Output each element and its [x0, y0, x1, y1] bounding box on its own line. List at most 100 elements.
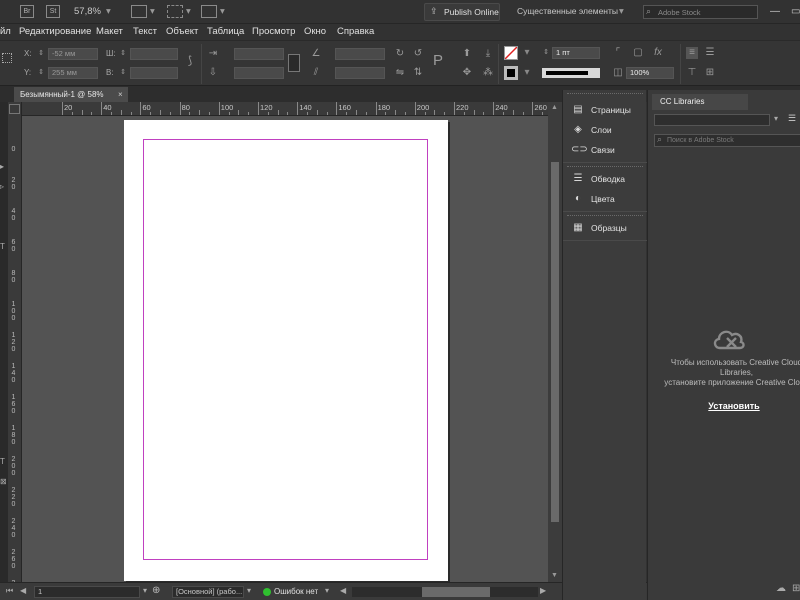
pasteboard[interactable] — [22, 116, 548, 582]
first-page-icon[interactable]: ⏮ — [6, 586, 13, 596]
constrain-proportions-icon[interactable]: ⟆ — [184, 55, 196, 67]
scale-x-field[interactable] — [234, 48, 284, 60]
rotate-ccw-icon[interactable]: ↺ — [412, 48, 424, 60]
select-content-icon[interactable]: ⤓ — [482, 48, 494, 60]
reference-point-icon[interactable] — [2, 53, 12, 63]
cloud-sync-icon[interactable]: ☁ — [776, 583, 786, 594]
cc-libraries-tab[interactable]: CC Libraries — [652, 94, 748, 110]
menu-object[interactable]: Объект — [166, 26, 198, 37]
master-dropdown-icon[interactable]: ▾ — [247, 586, 251, 595]
zoom-dropdown-icon[interactable]: ▾ — [106, 6, 111, 17]
frame-tool-icon[interactable]: ⊠ — [0, 477, 7, 486]
previous-page-icon[interactable]: ◀ — [20, 586, 26, 595]
flip-vertical-icon[interactable]: ⇅ — [412, 67, 424, 79]
bridge-icon[interactable]: Br — [20, 5, 34, 18]
open-page-icon[interactable]: ⊕ — [152, 585, 160, 596]
page-number-field[interactable]: 1 — [34, 586, 140, 598]
scrollbar-thumb[interactable] — [551, 162, 559, 522]
panel-menu-icon[interactable]: ☰ — [788, 113, 796, 124]
panel-swatches[interactable]: ◐ Цвета — [569, 191, 643, 207]
direct-selection-tool-icon[interactable]: ▹ — [0, 182, 4, 191]
select-next-icon[interactable]: ⁂ — [482, 67, 494, 79]
type-tool-icon[interactable]: T — [0, 242, 5, 251]
screen-mode-dropdown-icon[interactable]: ▾ — [186, 6, 191, 17]
align-center-icon[interactable]: ☰ — [704, 47, 716, 59]
x-stepper-icon[interactable]: ⇕ — [35, 48, 47, 60]
view-options-icon[interactable] — [131, 5, 147, 18]
menu-edit[interactable]: Редактирование — [19, 26, 91, 37]
scroll-right-icon[interactable]: ▶ — [540, 586, 546, 595]
arrange-documents-icon[interactable] — [201, 5, 217, 18]
corner-options-icon[interactable]: ⌜ — [612, 47, 624, 59]
ruler-origin-icon[interactable] — [9, 104, 20, 114]
constrain-scale-icon[interactable] — [288, 54, 300, 72]
height-field[interactable] — [130, 67, 178, 79]
scale-y-field[interactable] — [234, 67, 284, 79]
fill-swatch[interactable] — [504, 46, 518, 60]
effects-icon[interactable]: fx — [652, 47, 664, 59]
height-stepper-icon[interactable]: ⇕ — [117, 67, 129, 79]
menu-layout[interactable]: Макет — [96, 26, 123, 37]
selection-tool-icon[interactable]: ▸ — [0, 162, 4, 171]
stroke-swatch[interactable] — [504, 66, 518, 80]
vertical-ruler[interactable]: 0 2 0 4 0 6 0 8 0 1 0 0 1 2 0 1 4 0 1 6 0 1 8 0 2 … — [8, 102, 22, 600]
workspace-dropdown-icon[interactable]: ▾ — [619, 6, 624, 17]
y-position-field[interactable]: 255 мм — [48, 67, 98, 79]
workspace-switcher[interactable]: Существенные элементы — [517, 6, 618, 16]
vertical-scrollbar[interactable]: ▲ ▼ — [548, 102, 562, 582]
library-dropdown-icon[interactable]: ▾ — [774, 114, 778, 123]
zoom-level[interactable]: 57,8% — [74, 6, 101, 17]
y-stepper-icon[interactable]: ⇕ — [35, 67, 47, 79]
opacity-field[interactable]: 100% — [626, 67, 674, 79]
stroke-dropdown-icon[interactable]: ▾ — [521, 67, 533, 79]
stroke-weight-stepper-icon[interactable]: ⇕ — [540, 47, 552, 59]
scroll-down-icon[interactable]: ▼ — [551, 572, 558, 579]
drop-shadow-icon[interactable]: ▢ — [632, 47, 644, 59]
stock-search-field[interactable]: ⌕ Поиск в Adobe Stock — [654, 134, 800, 147]
panel-grip[interactable] — [567, 166, 643, 169]
select-container-icon[interactable]: ⬆ — [461, 48, 473, 60]
maximize-button[interactable]: ▭ — [791, 6, 800, 17]
library-select[interactable] — [654, 114, 770, 126]
align-top-icon[interactable]: ⊤ — [686, 67, 698, 79]
type-on-path-tool-icon[interactable]: T — [0, 457, 5, 466]
scroll-left-icon[interactable]: ◀ — [340, 586, 346, 595]
preflight-dropdown-icon[interactable]: ▾ — [325, 586, 329, 595]
fill-dropdown-icon[interactable]: ▾ — [521, 47, 533, 59]
menu-help[interactable]: Справка — [337, 26, 374, 37]
minimize-button[interactable]: — — [770, 6, 780, 17]
scroll-up-icon[interactable]: ▲ — [551, 104, 558, 111]
select-previous-icon[interactable]: ✥ — [461, 67, 473, 79]
view-dropdown-icon[interactable]: ▾ — [150, 6, 155, 17]
close-tab-icon[interactable]: × — [118, 87, 123, 102]
menu-view[interactable]: Просмотр — [252, 26, 295, 37]
stroke-type-select[interactable] — [542, 68, 600, 78]
panel-pages[interactable]: ▤ Страницы — [569, 102, 643, 118]
stroke-weight-field[interactable]: 1 пт — [552, 47, 600, 59]
page-dropdown-icon[interactable]: ▾ — [143, 586, 147, 595]
align-middle-icon[interactable]: ⊞ — [704, 67, 716, 79]
horizontal-scrollbar-thumb[interactable] — [422, 587, 490, 597]
shear-field[interactable] — [335, 67, 385, 79]
align-left-icon[interactable]: ≡ — [686, 47, 698, 59]
preflight-status-text[interactable]: Ошибок нет — [274, 587, 318, 596]
install-cc-link[interactable]: Установить — [648, 401, 800, 411]
stock-icon[interactable]: St — [46, 5, 60, 18]
width-stepper-icon[interactable]: ⇕ — [117, 48, 129, 60]
add-content-icon[interactable]: ⊞ — [792, 583, 800, 594]
panel-links[interactable]: ⊂⊃ Связи — [569, 142, 643, 158]
menu-file[interactable]: йл — [0, 26, 11, 37]
panel-stroke[interactable]: ☰ Обводка — [569, 171, 643, 187]
flip-horizontal-icon[interactable]: ⇋ — [394, 67, 406, 79]
panel-grip[interactable] — [567, 93, 643, 96]
horizontal-scrollbar-track[interactable] — [352, 587, 538, 597]
document-page[interactable] — [124, 120, 448, 581]
menu-window[interactable]: Окно — [304, 26, 326, 37]
paragraph-reference-icon[interactable]: P — [432, 53, 444, 68]
arrange-dropdown-icon[interactable]: ▾ — [220, 6, 225, 17]
x-position-field[interactable]: -52 мм — [48, 48, 98, 60]
panel-layers[interactable]: ◈ Слои — [569, 122, 643, 138]
screen-mode-icon[interactable] — [167, 5, 183, 18]
publish-online-button[interactable]: ⇪ Publish Online — [424, 3, 500, 21]
master-page-select[interactable]: [Основной] (рабо... — [172, 586, 244, 598]
